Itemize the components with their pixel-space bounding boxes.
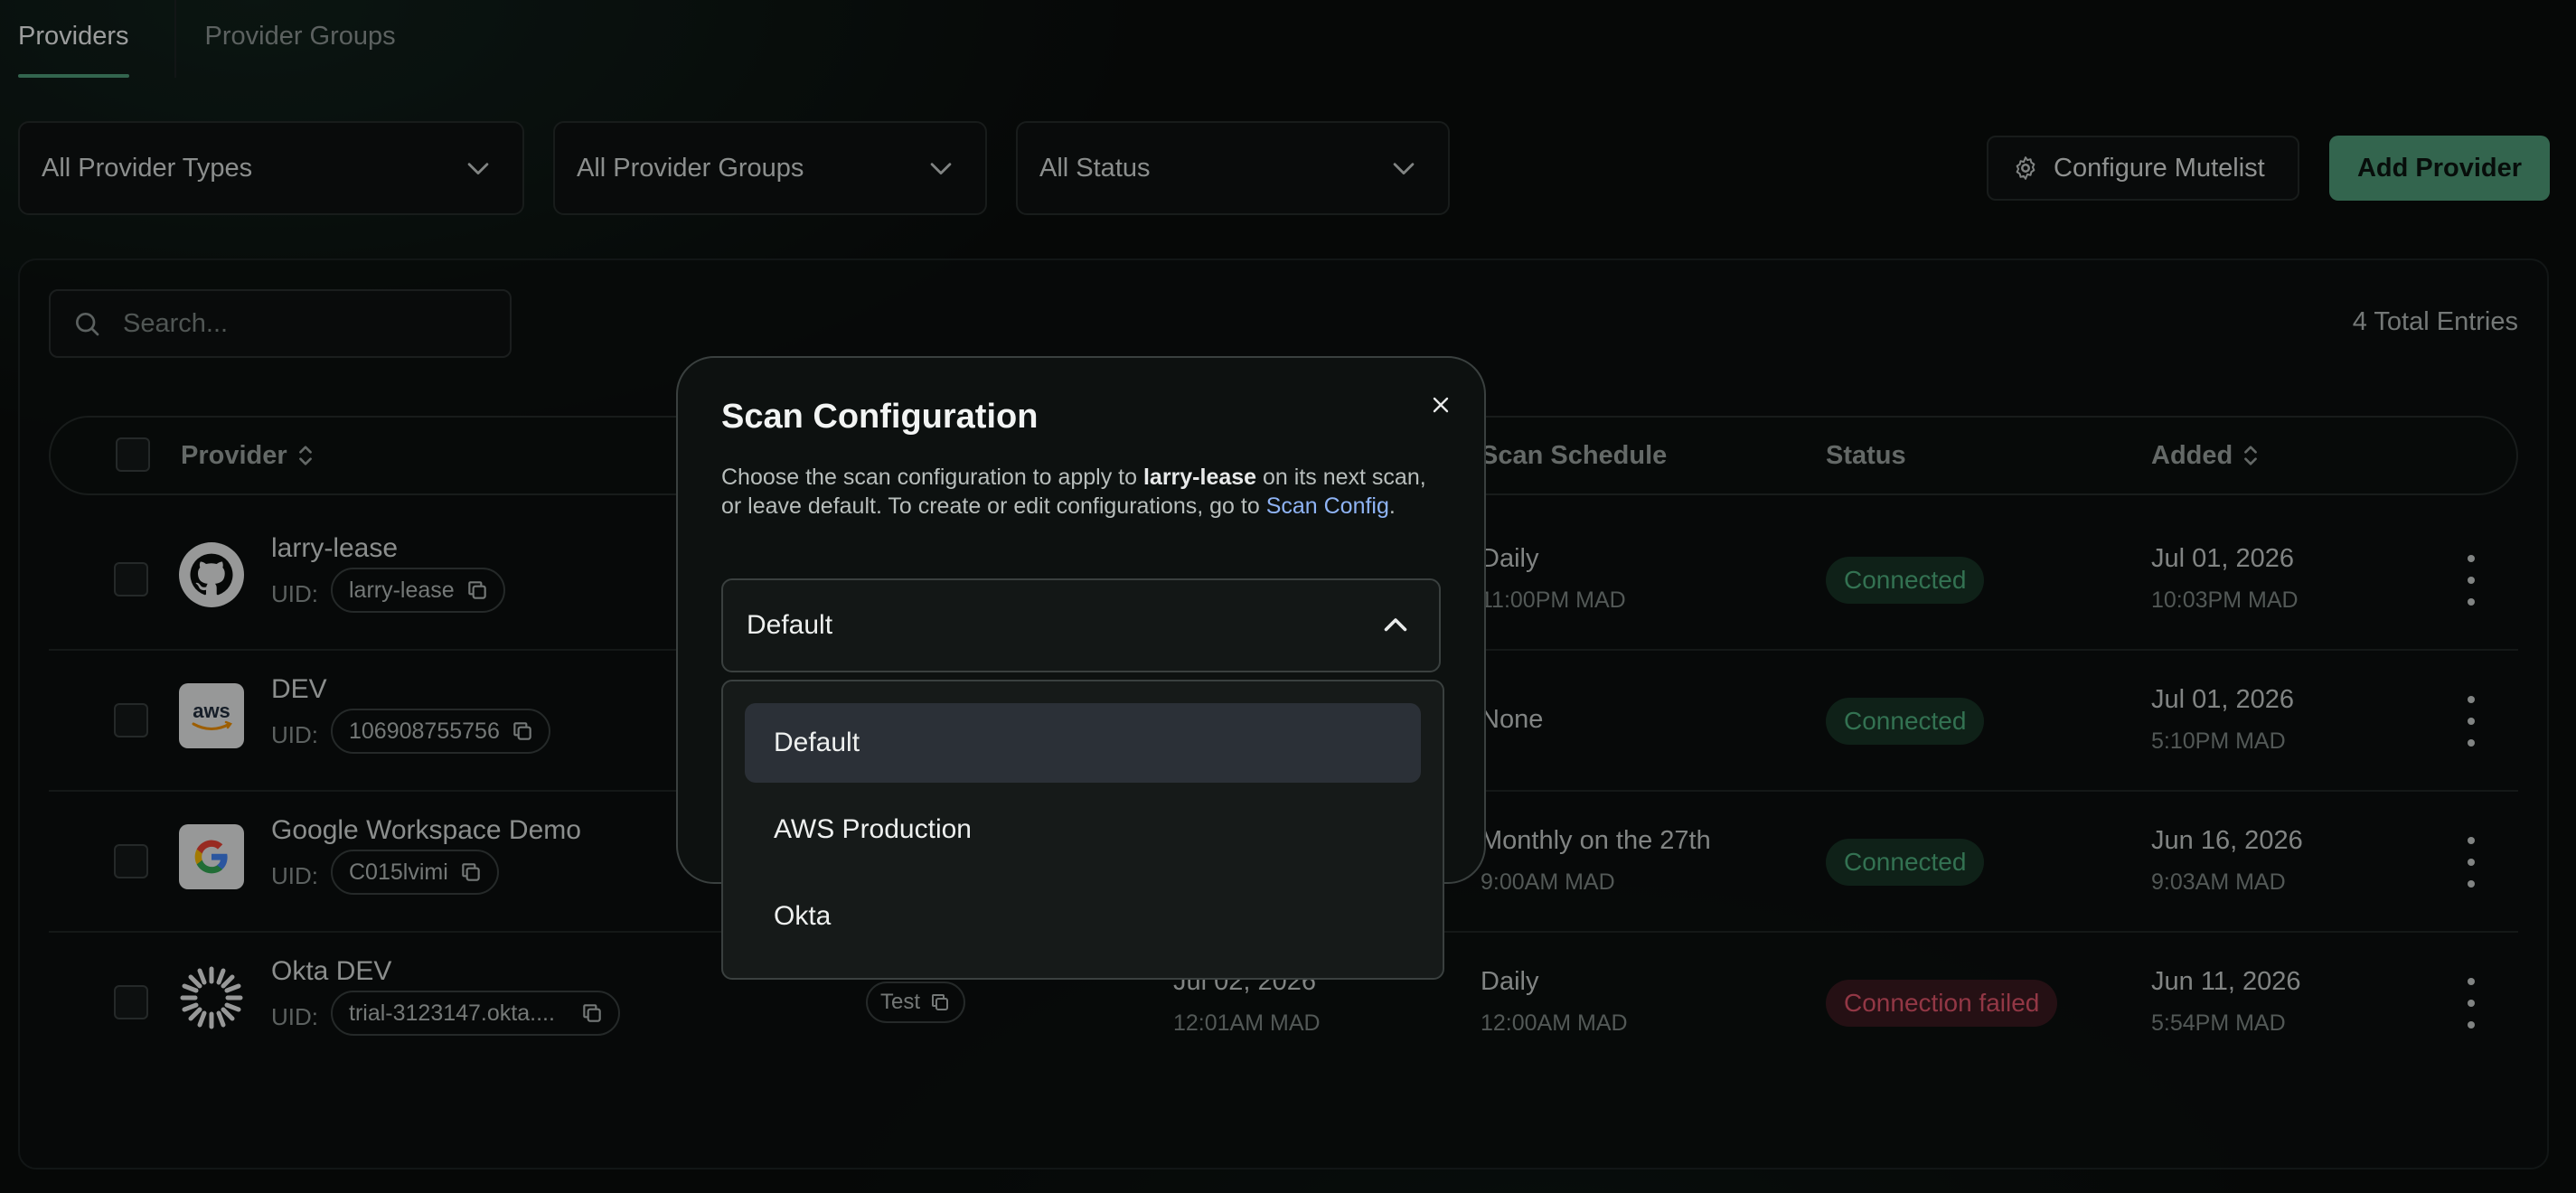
scan-config-dropdown: Default AWS Production Okta <box>721 680 1444 980</box>
scan-config-link[interactable]: Scan Config <box>1266 493 1389 519</box>
option-okta[interactable]: Okta <box>745 877 1421 956</box>
chevron-up-icon <box>1384 618 1407 632</box>
scan-config-selected: Default <box>747 610 833 640</box>
option-default[interactable]: Default <box>745 703 1421 783</box>
modal-provider-name: larry-lease <box>1142 465 1257 490</box>
modal-desc-text: Choose the scan configuration to apply t… <box>721 465 1143 490</box>
option-aws-production[interactable]: AWS Production <box>745 790 1421 869</box>
scan-config-select[interactable]: Default <box>721 578 1441 672</box>
modal-desc-text: . <box>1388 493 1396 519</box>
modal-title: Scan Configuration <box>721 398 1039 436</box>
close-icon[interactable] <box>1424 389 1457 421</box>
modal-description: Choose the scan configuration to apply t… <box>721 463 1444 521</box>
